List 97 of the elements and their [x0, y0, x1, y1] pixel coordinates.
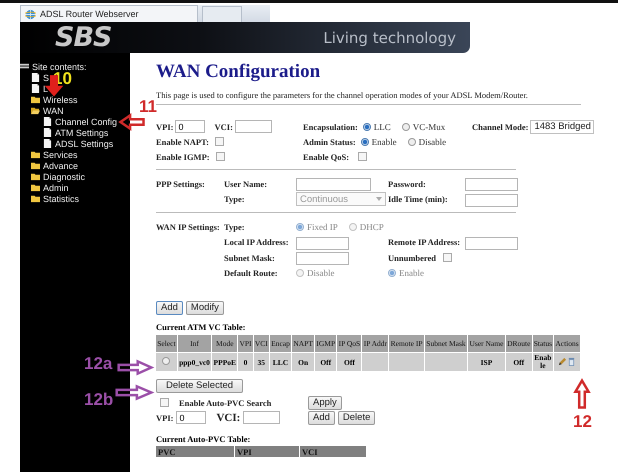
field-label: VCI:: [216, 412, 240, 424]
field-label: VPI:: [156, 122, 174, 132]
edit-icon[interactable]: [558, 356, 568, 366]
user-name-field[interactable]: [296, 178, 371, 192]
form-button[interactable]: Delete: [338, 410, 376, 424]
arrow-icon: [120, 115, 144, 129]
sidebar-item[interactable]: Advance: [43, 160, 78, 170]
field-label: Channel Mode:: [472, 122, 528, 132]
section-label: PPP Settings:: [156, 178, 206, 189]
option-label: Disable: [307, 268, 334, 278]
checkbox[interactable]: [358, 152, 368, 161]
sidebar-item[interactable]: Diagnostic: [43, 172, 86, 182]
sidebar-item[interactable]: L: [43, 84, 48, 94]
column-header: VCI: [300, 446, 366, 457]
field-label: Encapsulation:: [303, 122, 358, 132]
page-title: WAN Configuration: [156, 61, 322, 83]
field-label: Admin Status:: [303, 136, 356, 146]
field-label: Default Route:: [224, 268, 279, 278]
field-label: Type:: [224, 222, 246, 232]
sidebar-item[interactable]: S: [43, 72, 50, 82]
page-description: This page is used to configure the parameters for the channel operation modes of your ADSL Modem/Router.: [156, 89, 529, 100]
option-label: Disable: [418, 136, 446, 146]
option-label: Fixed IP: [307, 222, 338, 232]
sidebar-title: Site contents:: [32, 62, 87, 72]
caret-icon: [376, 197, 382, 202]
field-label: Enable IGMP:: [156, 152, 210, 162]
channel-mode-select[interactable]: 1483 Bridged: [530, 120, 594, 134]
annotation-number: 12b: [84, 391, 114, 408]
option-label: Enable: [372, 136, 397, 146]
arrow-icon: [575, 380, 589, 408]
idle-time-field[interactable]: [465, 194, 518, 207]
form-button[interactable]: Modify: [186, 301, 224, 315]
sidebar-item[interactable]: Channel Config: [55, 116, 118, 126]
annotation-number: 12a: [84, 355, 112, 372]
folder-icon: [31, 95, 40, 104]
page-icon: [31, 84, 40, 93]
table-title: Current Auto-PVC Table:: [156, 434, 252, 444]
vci-field[interactable]: [234, 120, 272, 133]
field-label: Remote IP Address:: [388, 237, 462, 248]
option-label: DHCP: [360, 222, 384, 232]
vpi-field[interactable]: 0: [175, 120, 206, 133]
field-label: Idle Time (min):: [388, 194, 449, 204]
checkbox[interactable]: [214, 137, 224, 146]
new-tab-button[interactable]: [202, 6, 242, 22]
radio-button[interactable]: [162, 357, 170, 365]
field-label: Unnumbered: [388, 252, 436, 263]
radio-button[interactable]: [408, 138, 416, 146]
field-label: Enable NAPT:: [156, 136, 209, 146]
sidebar-item[interactable]: Admin: [43, 182, 69, 192]
sidebar-item[interactable]: WAN: [43, 106, 64, 116]
radio-button[interactable]: [362, 122, 371, 130]
checkbox[interactable]: [160, 398, 169, 407]
option-label: Enable: [399, 268, 424, 278]
vci-field[interactable]: [243, 411, 280, 424]
page-icon: [43, 139, 52, 148]
option-label: VC-Mux: [412, 122, 446, 132]
field-label: Local IP Address:: [224, 237, 290, 248]
column-header: PVC: [156, 446, 234, 457]
annotation-number: 11: [139, 98, 157, 115]
page-icon: [31, 73, 40, 82]
section-label: WAN IP Settings:: [156, 222, 221, 232]
page-icon: [43, 128, 52, 137]
form-button[interactable]: Add: [156, 301, 183, 315]
option-label: LLC: [374, 122, 391, 132]
column-header: VPI: [235, 446, 299, 457]
logo: SBS: [55, 22, 112, 53]
field-label: User Name:: [224, 178, 268, 189]
sidebar-item[interactable]: ATM Settings: [55, 128, 108, 138]
radio-button[interactable]: [402, 122, 410, 130]
globe-icon: [25, 8, 36, 20]
form-button[interactable]: Add: [308, 410, 335, 424]
field-label: Type:: [224, 194, 246, 204]
page-icon: [43, 117, 52, 126]
apply-button[interactable]: Apply: [308, 396, 342, 410]
tagline: Living technology: [323, 28, 456, 46]
tree-root-icon: [20, 62, 29, 71]
field-label: Subnet Mask:: [224, 252, 276, 263]
radio-button[interactable]: [360, 138, 369, 146]
folder-icon: [31, 106, 40, 115]
sidebar-item[interactable]: ADSL Settings: [55, 138, 114, 148]
field-label: VCI:: [214, 122, 233, 132]
field-label: Enable QoS:: [303, 152, 350, 162]
arrow-icon: [116, 386, 152, 399]
field-label: VPI:: [156, 412, 174, 422]
checkbox[interactable]: [216, 152, 225, 161]
password-field[interactable]: [465, 178, 518, 192]
sidebar-item[interactable]: Wireless: [43, 94, 78, 104]
delete-selected-button[interactable]: Delete Selected: [156, 379, 243, 393]
checkbox-label: Enable Auto-PVC Search: [179, 398, 272, 408]
arrow-icon: [118, 361, 152, 374]
browser-tab[interactable]: ADSL Router Webserver: [20, 5, 198, 22]
sidebar-item[interactable]: Services: [43, 150, 78, 160]
annotation-number: 12: [573, 413, 592, 430]
field-label: Password:: [388, 178, 427, 189]
vpi-field[interactable]: 0: [176, 411, 206, 424]
table-title: Current ATM VC Table:: [156, 322, 246, 332]
sidebar-item[interactable]: Statistics: [43, 194, 80, 204]
